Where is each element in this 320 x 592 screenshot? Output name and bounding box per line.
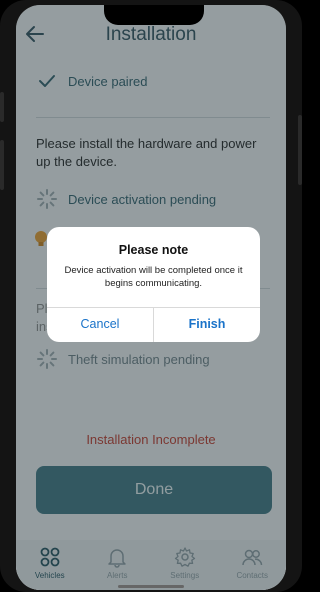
- side-button: [0, 92, 4, 122]
- side-button: [298, 115, 302, 185]
- side-button: [0, 140, 4, 190]
- app-screen: Installation Device paired Please instal…: [16, 5, 286, 590]
- finish-button[interactable]: Finish: [154, 307, 260, 342]
- dialog-title: Please note: [118, 243, 189, 257]
- please-note-dialog: Please note Device activation will be co…: [47, 227, 260, 342]
- dialog-message: Device activation will be completed once…: [64, 265, 243, 289]
- camera-notch: [104, 5, 204, 25]
- home-indicator: [118, 585, 184, 588]
- cancel-button[interactable]: Cancel: [47, 307, 153, 342]
- phone-frame: Installation Device paired Please instal…: [0, 0, 302, 592]
